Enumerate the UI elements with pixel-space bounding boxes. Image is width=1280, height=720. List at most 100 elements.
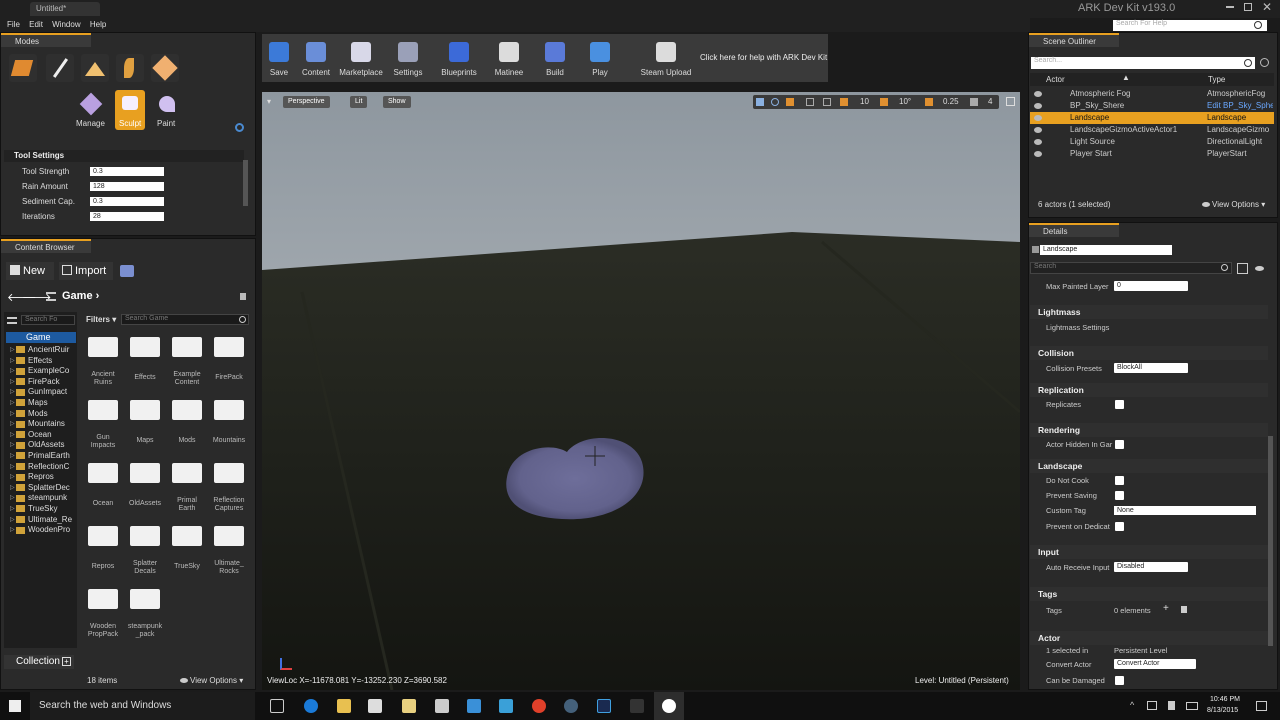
folder-icon[interactable] (172, 526, 202, 546)
actor-section[interactable]: Actor (1030, 631, 1268, 645)
tree-item[interactable]: ExampleCo (16, 366, 69, 375)
geometry-mode-icon[interactable] (151, 54, 179, 82)
folder-icon[interactable] (214, 463, 244, 483)
matinee-button[interactable]: Matinee (485, 34, 533, 82)
translate-icon[interactable] (756, 98, 764, 106)
menu-file[interactable]: File (7, 18, 20, 32)
photoshop-icon[interactable] (597, 699, 611, 713)
tree-item[interactable]: WoodenPro (16, 525, 70, 534)
folder-icon[interactable] (88, 526, 118, 546)
view-options-button[interactable]: View Options ▾ (180, 676, 243, 685)
menu-help[interactable]: Help (90, 18, 106, 32)
blueprints-button[interactable]: Blueprints (435, 34, 483, 82)
delete-tags-icon[interactable] (1181, 606, 1187, 613)
level-viewport[interactable] (262, 92, 1020, 690)
settings-button[interactable]: Settings (384, 34, 432, 82)
modes-tab[interactable]: Modes (1, 33, 91, 47)
tree-expand-icon[interactable]: ▷ (10, 505, 15, 512)
steam-icon[interactable] (564, 699, 578, 713)
outliner-row[interactable]: Landscape Landscape (1030, 112, 1274, 124)
replicates-checkbox[interactable] (1115, 400, 1124, 409)
tree-item[interactable]: AncientRuir (16, 345, 69, 354)
folder-icon[interactable] (88, 463, 118, 483)
volume-icon[interactable] (1168, 701, 1175, 710)
folder-icon[interactable] (88, 400, 118, 420)
tool-settings-header[interactable]: Tool Settings (4, 150, 244, 162)
tree-item[interactable]: FirePack (16, 377, 60, 386)
tree-item[interactable]: Ocean (16, 430, 52, 439)
clock-date[interactable]: 8/13/2015 (1207, 707, 1238, 714)
tree-item[interactable]: TrueSky (16, 504, 58, 513)
tree-expand-icon[interactable]: ▷ (10, 346, 15, 353)
type-column-header[interactable]: Type (1208, 75, 1225, 84)
file-explorer-icon[interactable] (337, 699, 351, 713)
sediment-cap-input[interactable]: 0.3 (90, 197, 164, 206)
camera-speed-value[interactable]: 4 (988, 97, 992, 106)
content-browser-tab[interactable]: Content Browser (1, 239, 91, 253)
tree-item[interactable]: ReflectionC (16, 462, 69, 471)
details-tab[interactable]: Details (1029, 223, 1119, 237)
folder-icon[interactable] (130, 463, 160, 483)
search-folders-input[interactable]: Search Fo (21, 315, 75, 325)
rotate-icon[interactable] (771, 98, 779, 106)
do-not-cook-checkbox[interactable] (1115, 476, 1124, 485)
task-view-icon[interactable] (270, 699, 284, 713)
viewport-options-icon[interactable]: ▾ (267, 97, 271, 106)
tree-expand-icon[interactable]: ▷ (10, 452, 15, 459)
tree-item[interactable]: Ultimate_Re (16, 515, 72, 524)
lightmass-settings-label[interactable]: Lightmass Settings (1046, 323, 1109, 332)
folder-icon[interactable] (130, 526, 160, 546)
outliner-settings-icon[interactable] (1260, 58, 1269, 67)
visibility-eye-icon[interactable] (1034, 127, 1042, 133)
new-button[interactable]: New (6, 262, 54, 280)
search-icon[interactable] (1221, 264, 1228, 271)
replication-section[interactable]: Replication (1030, 383, 1268, 397)
tree-expand-icon[interactable]: ▷ (10, 367, 15, 374)
outliner-row[interactable]: Atmospheric Fog AtmosphericFog (1030, 88, 1274, 100)
menu-edit[interactable]: Edit (29, 18, 43, 32)
tree-expand-icon[interactable]: ▷ (10, 484, 15, 491)
outliner-row[interactable]: BP_Sky_Shere Edit BP_Sky_Sphe (1030, 100, 1274, 112)
show-button[interactable]: Show (383, 96, 411, 108)
input-section[interactable]: Input (1030, 545, 1268, 559)
folder-icon[interactable] (172, 463, 202, 483)
rendering-section[interactable]: Rendering (1030, 423, 1268, 437)
tree-toggle-icon[interactable] (7, 317, 17, 324)
maximize-icon[interactable] (1244, 3, 1252, 11)
tree-expand-icon[interactable]: ▷ (10, 431, 15, 438)
pen-icon[interactable] (499, 699, 513, 713)
refresh-icon[interactable] (235, 123, 244, 132)
windows-start-icon[interactable] (9, 700, 21, 712)
chrome-icon[interactable] (532, 699, 546, 713)
rotation-snap-value[interactable]: 10° (899, 97, 911, 106)
tree-expand-icon[interactable]: ▷ (10, 388, 15, 395)
visibility-eye-icon[interactable] (1034, 139, 1042, 145)
actor-hidden-checkbox[interactable] (1115, 440, 1124, 449)
notifications-icon[interactable] (1256, 701, 1267, 711)
details-eye-icon[interactable] (1255, 266, 1264, 271)
add-tag-icon[interactable]: + (1163, 603, 1169, 614)
collision-presets-dropdown[interactable]: BlockAll (1114, 363, 1188, 373)
files-icon[interactable] (402, 699, 416, 713)
place-mode-icon[interactable] (9, 54, 37, 82)
details-scrollbar[interactable] (1268, 436, 1273, 646)
perspective-button[interactable]: Perspective (283, 96, 330, 108)
visibility-eye-icon[interactable] (1034, 103, 1042, 109)
taskbar-search[interactable]: Search the web and Windows (30, 692, 255, 720)
import-button[interactable]: Import (59, 262, 113, 280)
outliner-view-options[interactable]: View Options ▾ (1202, 200, 1265, 209)
edge-icon[interactable] (304, 699, 318, 713)
menu-window[interactable]: Window (52, 18, 80, 32)
rain-amount-input[interactable]: 128 (90, 182, 164, 191)
outliner-search-input[interactable]: Search... (1031, 57, 1255, 69)
folder-icon[interactable] (214, 337, 244, 357)
save-all-icon[interactable] (120, 265, 134, 277)
folder-icon[interactable] (88, 589, 118, 609)
tree-expand-icon[interactable]: ▷ (10, 494, 15, 501)
store-icon[interactable] (368, 699, 382, 713)
document-tab[interactable]: Untitled* (30, 2, 100, 16)
folder-tree-icon[interactable] (46, 292, 56, 301)
folder-icon[interactable] (214, 526, 244, 546)
folder-icon[interactable] (172, 400, 202, 420)
tree-item[interactable]: SplatterDec (16, 483, 70, 492)
